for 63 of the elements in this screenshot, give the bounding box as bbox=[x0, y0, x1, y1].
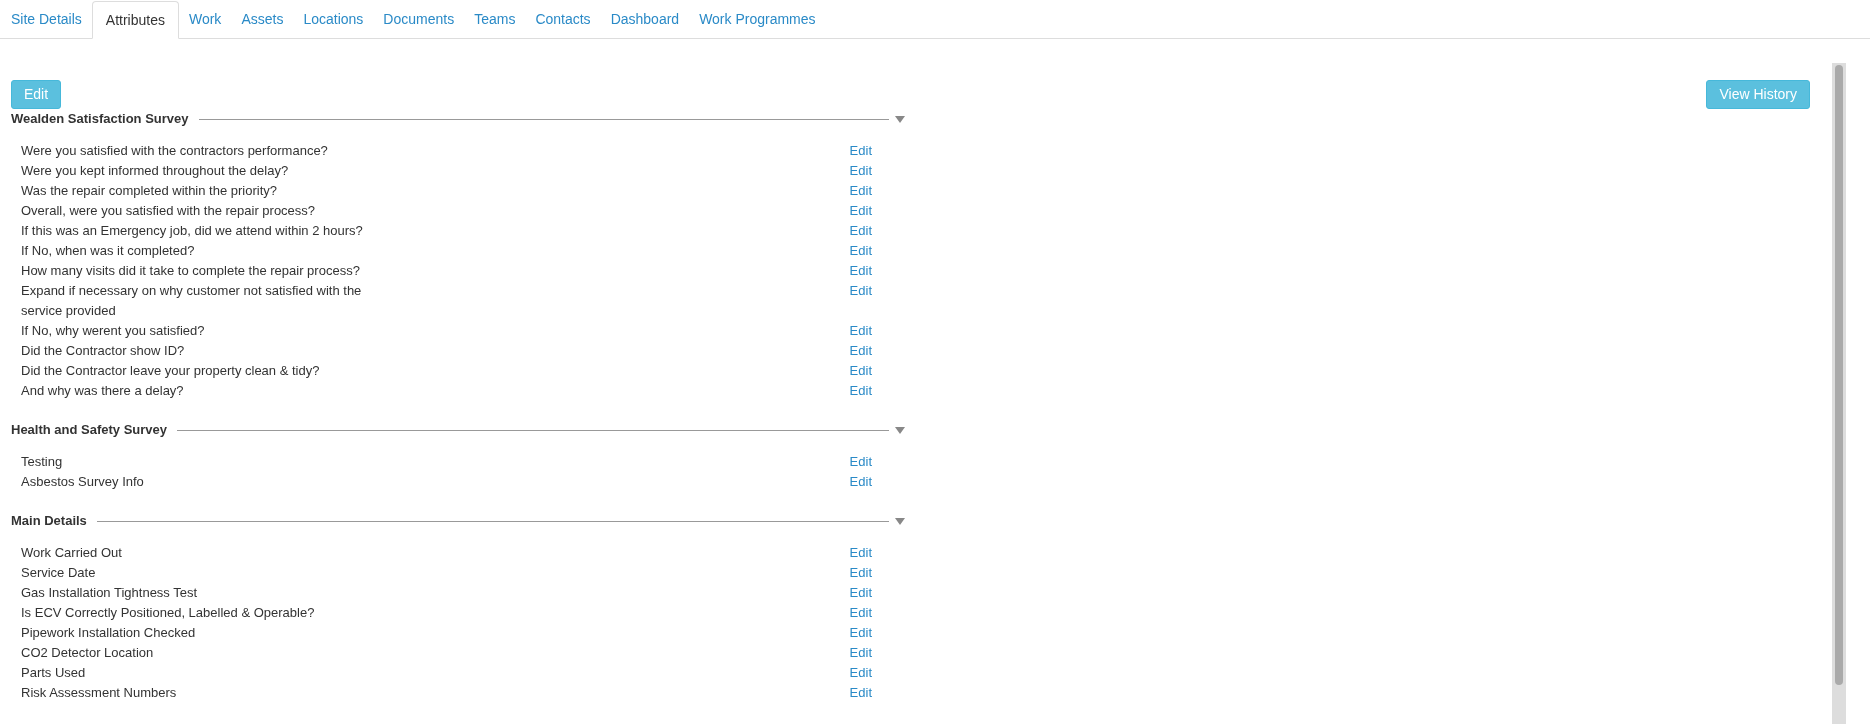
section-title: Wealden Satisfaction Survey bbox=[11, 110, 189, 129]
edit-link[interactable]: Edit bbox=[849, 341, 872, 361]
tab[interactable]: Assets bbox=[231, 0, 294, 38]
edit-link[interactable]: Edit bbox=[849, 472, 872, 492]
edit-link[interactable]: Edit bbox=[849, 603, 872, 623]
section-title: Main Details bbox=[11, 512, 87, 531]
tab[interactable]: Locations bbox=[293, 0, 374, 38]
attribute-label: Did the Contractor show ID? bbox=[21, 342, 186, 360]
tab[interactable]: Site Details bbox=[1, 0, 92, 38]
attribute-label: How many visits did it take to complete the repair process? bbox=[21, 262, 361, 280]
edit-link[interactable]: Edit bbox=[849, 241, 872, 261]
edit-link[interactable]: Edit bbox=[849, 221, 872, 241]
attribute-label: If No, when was it completed? bbox=[21, 242, 196, 260]
attribute-label: Were you satisfied with the contractors performance? bbox=[21, 142, 329, 160]
tab[interactable]: Teams bbox=[464, 0, 526, 38]
section-title: Health and Safety Survey bbox=[11, 421, 168, 440]
view-history-button[interactable]: View History bbox=[1706, 80, 1810, 109]
attribute-label: Service Date bbox=[21, 564, 97, 582]
edit-link[interactable]: Edit bbox=[849, 261, 872, 281]
edit-link[interactable]: Edit bbox=[849, 361, 872, 381]
edit-link[interactable]: Edit bbox=[849, 543, 872, 563]
caret-down-icon[interactable] bbox=[895, 517, 905, 525]
edit-link[interactable]: Edit bbox=[849, 623, 872, 643]
attribute-label: Gas Installation Tightness Test bbox=[21, 584, 199, 602]
attribute-label: Work Carried Out bbox=[21, 544, 123, 562]
edit-link[interactable]: Edit bbox=[849, 321, 872, 341]
edit-link[interactable]: Edit bbox=[849, 643, 872, 663]
attribute-label: Asbestos Survey Info bbox=[21, 473, 145, 491]
attribute-label: Was the repair completed within the priority? bbox=[21, 182, 279, 200]
attribute-label: And why was there a delay? bbox=[21, 382, 185, 400]
caret-down-icon[interactable] bbox=[895, 426, 905, 434]
edit-link[interactable]: Edit bbox=[849, 201, 872, 221]
scrollbar-thumb[interactable] bbox=[1835, 65, 1843, 685]
attribute-label: Risk Assessment Numbers bbox=[21, 684, 178, 702]
attribute-label: CO2 Detector Location bbox=[21, 644, 155, 662]
attribute-label: If this was an Emergency job, did we attend within 2 hours? bbox=[21, 222, 364, 240]
attribute-label: Testing bbox=[21, 453, 64, 471]
attribute-label: Were you kept informed throughout the delay? bbox=[21, 162, 290, 180]
edit-link[interactable]: Edit bbox=[849, 452, 872, 472]
edit-link[interactable]: Edit bbox=[849, 181, 872, 201]
tab[interactable]: Documents bbox=[373, 0, 465, 38]
attribute-label: Pipework Installation Checked bbox=[21, 624, 197, 642]
tab[interactable]: Contacts bbox=[525, 0, 601, 38]
edit-link[interactable]: Edit bbox=[849, 583, 872, 603]
caret-down-icon[interactable] bbox=[895, 115, 905, 123]
edit-link[interactable]: Edit bbox=[849, 161, 872, 181]
tab[interactable]: Dashboard bbox=[600, 0, 690, 38]
attribute-label: Expand if necessary on why customer not satisfied with the service provided bbox=[21, 282, 363, 320]
edit-button[interactable]: Edit bbox=[11, 80, 62, 109]
tab[interactable]: Work Programmes bbox=[689, 0, 826, 38]
edit-link[interactable]: Edit bbox=[849, 281, 872, 301]
attribute-label: If No, why werent you satisfied? bbox=[21, 322, 206, 340]
tab[interactable]: Work bbox=[178, 0, 232, 38]
edit-link[interactable]: Edit bbox=[849, 141, 872, 161]
attribute-label: Did the Contractor leave your property clean & tidy? bbox=[21, 362, 321, 380]
attribute-label: Parts Used bbox=[21, 664, 87, 682]
edit-link[interactable]: Edit bbox=[849, 563, 872, 583]
edit-link[interactable]: Edit bbox=[849, 663, 872, 683]
attribute-label: Overall, were you satisfied with the repair process? bbox=[21, 202, 317, 220]
tab[interactable]: Attributes bbox=[91, 1, 179, 39]
edit-link[interactable]: Edit bbox=[849, 683, 872, 703]
attribute-label: Is ECV Correctly Positioned, Labelled & Operable? bbox=[21, 604, 316, 622]
edit-link[interactable]: Edit bbox=[849, 381, 872, 401]
